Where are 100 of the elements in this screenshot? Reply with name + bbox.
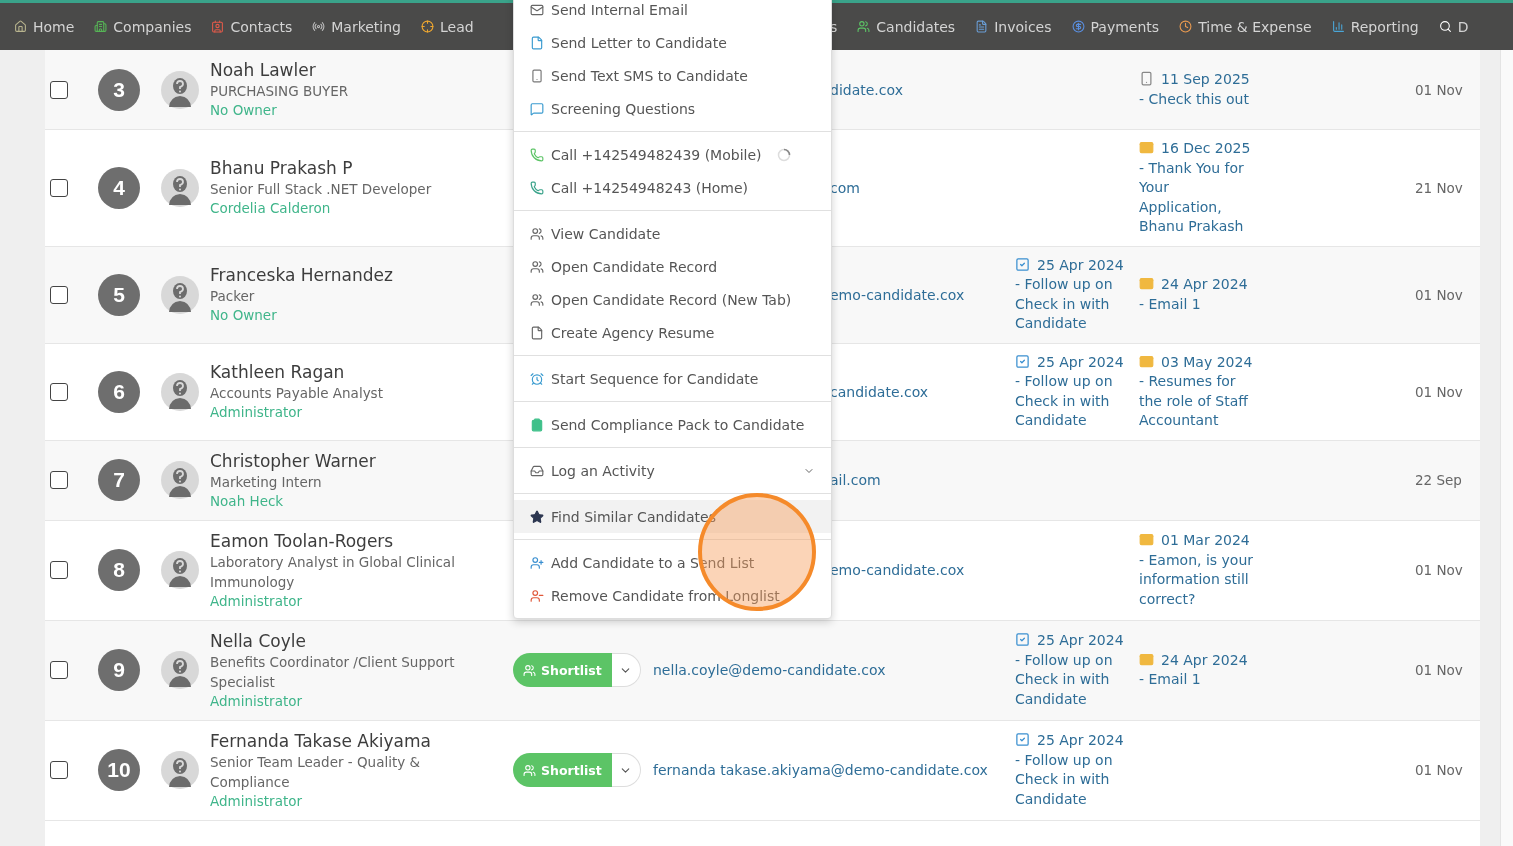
candidate-name[interactable]: Eamon Toolan-Rogers	[210, 529, 480, 552]
users-icon	[530, 259, 544, 274]
users-icon	[857, 20, 871, 33]
date-text: 22 Sep	[1415, 472, 1462, 488]
candidate-name[interactable]: Nella Coyle	[210, 629, 480, 652]
row-checkbox[interactable]	[50, 561, 68, 579]
menu-item[interactable]: Open Candidate Record	[514, 250, 831, 283]
candidate-name[interactable]: Franceska Hernandez	[210, 264, 480, 286]
candidate-name[interactable]: Kathleen Ragan	[210, 361, 480, 383]
target-icon	[421, 20, 434, 33]
row-checkbox[interactable]	[50, 382, 68, 401]
users-icon	[530, 292, 544, 307]
email-link[interactable]: fernanda takase.akiyama@demo-candidate.cox	[653, 762, 1015, 778]
task-note: 25 Apr 2024 - Follow up on Check in with Candidate	[1015, 731, 1125, 809]
question-icon	[530, 101, 544, 116]
job-title: Benefits Coordinator /Client Support Specialist	[210, 652, 456, 692]
phone-icon	[530, 180, 544, 195]
task-note: 25 Apr 2024 - Follow up on Check in with Candidate	[1015, 352, 1125, 430]
task-note: 25 Apr 2024 - Follow up on Check in with Candidate	[1015, 631, 1125, 709]
checked-task-icon	[1015, 632, 1030, 647]
avatar-placeholder-icon	[161, 70, 199, 109]
email-link[interactable]: nella.coyle@demo-candidate.cox	[653, 662, 1015, 678]
candidate-name[interactable]: Fernanda Takase Akiyama	[210, 729, 480, 752]
job-title: PURCHASING BUYER	[210, 82, 350, 101]
nav-item[interactable]: Time & Expense	[1179, 18, 1312, 35]
document-icon	[530, 325, 544, 340]
menu-item[interactable]: Create Agency Resume	[514, 316, 831, 349]
letter-icon	[530, 35, 544, 50]
nav-item[interactable]: Home	[14, 18, 75, 35]
user-plus-icon	[530, 555, 544, 570]
nav-item[interactable]: Candidates	[857, 18, 956, 35]
row-number: 5	[98, 273, 140, 316]
candidate-name[interactable]: Noah Lawler	[210, 59, 480, 81]
row-checkbox[interactable]	[50, 285, 68, 304]
search-icon	[1438, 20, 1452, 33]
date-text: 01 Nov	[1415, 762, 1463, 778]
nav-item[interactable]: Contacts	[211, 18, 293, 35]
users-icon	[523, 763, 536, 777]
candidate-name[interactable]: Bhanu Prakash P	[210, 157, 480, 180]
menu-item[interactable]: Start Sequence for Candidate	[514, 362, 831, 395]
nav-item[interactable]: Invoices	[975, 18, 1052, 35]
clock-icon	[1179, 20, 1193, 33]
user-minus-icon	[530, 588, 544, 603]
date-text: 01 Nov	[1415, 286, 1463, 303]
menu-item[interactable]: Send Text SMS to Candidate	[514, 59, 831, 92]
date-text: 21 Nov	[1415, 179, 1463, 196]
home-icon	[14, 20, 27, 33]
date-text: 01 Nov	[1415, 383, 1463, 400]
job-title: Laboratory Analyst in Global Clinical Immunology	[210, 552, 456, 592]
activity-note: 24 Apr 2024 - Email 1	[1139, 650, 1249, 689]
row-checkbox[interactable]	[50, 178, 68, 197]
row-checkbox[interactable]	[50, 80, 68, 99]
job-title: Marketing Intern	[210, 472, 323, 492]
task-note: 25 Apr 2024 - Follow up on Check in with Candidate	[1015, 255, 1125, 333]
avatar-placeholder-icon	[161, 651, 199, 689]
row-number: 3	[98, 68, 140, 111]
phone-icon	[1139, 71, 1154, 86]
job-title: Senior Team Leader - Quality & Compliance	[210, 752, 422, 792]
coin-icon	[1071, 20, 1085, 33]
avatar-placeholder-icon	[161, 551, 199, 589]
checked-task-icon	[1015, 256, 1030, 272]
row-checkbox[interactable]	[50, 471, 68, 489]
date-text: 01 Nov	[1415, 662, 1463, 678]
avatar-placeholder-icon	[161, 372, 199, 411]
nav-item[interactable]: Reporting	[1331, 18, 1419, 35]
mail-icon	[530, 2, 544, 17]
nav-item[interactable]: Payments	[1071, 18, 1160, 35]
row-number: 4	[98, 166, 140, 209]
nav-item[interactable]: Marketing	[312, 18, 401, 35]
checked-task-icon	[1015, 353, 1030, 369]
menu-item[interactable]: Send Letter to Candidate	[514, 26, 831, 59]
star-icon	[530, 509, 544, 524]
menu-item[interactable]: Call +142549482439 (Mobile)	[514, 138, 831, 171]
job-title: Accounts Payable Analyst	[210, 384, 384, 403]
nav-item[interactable]: Companies	[94, 18, 192, 35]
menu-item[interactable]: Send Compliance Pack to Candidate	[514, 408, 831, 441]
row-number: 7	[98, 459, 140, 501]
row-number: 8	[98, 549, 140, 591]
menu-item[interactable]: View Candidate	[514, 217, 831, 250]
menu-item[interactable]: Open Candidate Record (New Tab)	[514, 283, 831, 316]
menu-item[interactable]: Send Internal Email	[514, 0, 831, 26]
menu-item[interactable]: Call +14254948243 (Home)	[514, 171, 831, 204]
nav-item[interactable]: D	[1438, 18, 1469, 35]
row-number: 10	[98, 749, 140, 791]
date-text: 01 Nov	[1415, 562, 1463, 578]
row-checkbox[interactable]	[50, 661, 68, 679]
candidate-name[interactable]: Christopher Warner	[210, 449, 480, 472]
avatar-placeholder-icon	[161, 751, 199, 789]
building-icon	[94, 20, 108, 33]
job-title: Senior Full Stack .NET Developer	[210, 180, 433, 200]
phone-icon	[530, 68, 544, 83]
inbox-icon	[530, 463, 544, 478]
row-checkbox[interactable]	[50, 761, 68, 779]
activity-note: 24 Apr 2024 - Email 1	[1139, 275, 1249, 314]
bar-chart-icon	[1331, 20, 1345, 33]
menu-item[interactable]: Log an Activity	[514, 454, 831, 487]
activity-note: 16 Dec 2025 - Thank You for Your Application, Bhanu Prakash	[1139, 139, 1252, 236]
menu-item[interactable]: Screening Questions	[514, 92, 831, 125]
nav-item[interactable]: Lead	[421, 18, 474, 35]
alarm-icon	[530, 371, 544, 386]
